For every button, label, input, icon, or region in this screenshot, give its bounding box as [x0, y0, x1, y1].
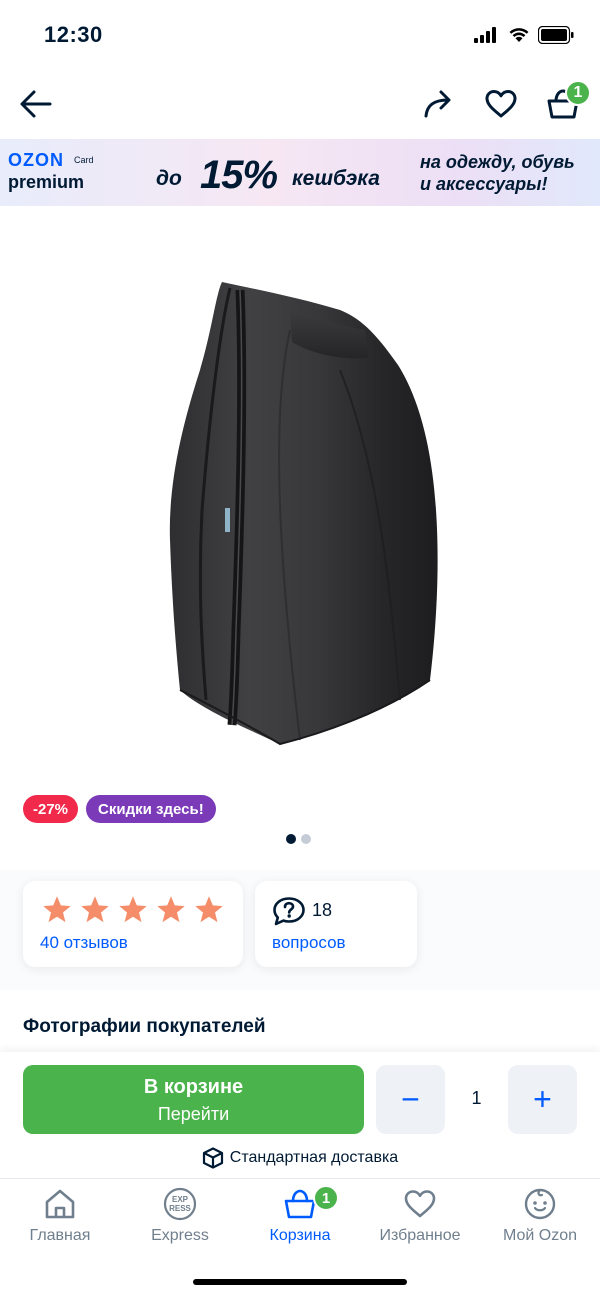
heart-icon [404, 1190, 436, 1218]
tab-profile[interactable]: Мой Ozon [480, 1187, 600, 1249]
arrow-left-icon [20, 90, 52, 118]
quantity-increase-button[interactable]: + [508, 1065, 577, 1134]
favorite-button[interactable] [479, 82, 523, 126]
product-tags: -27% Скидки здесь! [23, 795, 216, 823]
gallery-dot[interactable] [301, 834, 311, 844]
tab-favorites-label: Избранное [379, 1227, 461, 1244]
tab-favorites[interactable]: Избранное [360, 1187, 480, 1249]
tab-cart[interactable]: 1 Корзина [240, 1185, 360, 1249]
home-indicator [193, 1279, 407, 1285]
questions-count: 18 [312, 900, 333, 920]
tab-cart-badge: 1 [313, 1185, 339, 1211]
express-icon: EXP RESS [163, 1187, 197, 1221]
tab-home-label: Главная [29, 1227, 91, 1244]
cart-panel: В корзине Перейти − 1 + Стандартная дост… [0, 1052, 600, 1178]
box-icon [202, 1147, 223, 1169]
battery-icon [538, 26, 574, 44]
plus-icon: + [533, 1081, 552, 1117]
questions-card[interactable]: 18 вопросов [255, 881, 417, 967]
banner-card-label: Card [74, 155, 94, 165]
tab-cart-label: Корзина [269, 1227, 331, 1244]
delivery-info[interactable]: Стандартная доставка [0, 1147, 600, 1169]
cart-count-badge: 1 [565, 80, 591, 106]
baby-face-icon [524, 1188, 556, 1220]
banner-line-1: на одежду, обувь [420, 152, 575, 172]
express-icon-bottom: RESS [169, 1204, 191, 1213]
banner-prefix: до [156, 167, 182, 190]
star-icon [119, 896, 147, 923]
minus-icon: − [401, 1081, 420, 1117]
share-button[interactable] [416, 82, 460, 126]
wifi-icon [509, 28, 529, 42]
question-bubble-icon [273, 897, 305, 926]
status-time: 12:30 [44, 22, 103, 47]
customer-photos-title: Фотографии покупателей [23, 1016, 266, 1037]
banner-percent: 15% [200, 153, 278, 197]
questions-link[interactable]: вопросов [272, 933, 346, 953]
sale-badge[interactable]: Скидки здесь! [86, 795, 216, 823]
banner-cashback: кешбэка [292, 167, 380, 190]
tab-profile-label: Мой Ozon [502, 1227, 578, 1244]
banner-brand: OZON [8, 150, 64, 170]
tab-home[interactable]: Главная [0, 1187, 120, 1249]
quantity-decrease-button[interactable]: − [376, 1065, 445, 1134]
star-icon [157, 896, 185, 923]
delivery-label: Стандартная доставка [229, 1149, 399, 1166]
go-to-cart-button[interactable]: В корзине Перейти [23, 1065, 364, 1134]
express-icon-top: EXP [172, 1195, 189, 1204]
share-icon [424, 90, 451, 118]
banner-premium-label: premium [8, 172, 85, 192]
product-image[interactable] [140, 270, 460, 760]
gallery-dot-active[interactable] [286, 834, 296, 844]
quantity-value: 1 [471, 1088, 482, 1108]
rating-stars [41, 895, 225, 925]
star-icon [195, 896, 223, 923]
star-icon [43, 896, 71, 923]
nav-bar [0, 72, 600, 136]
promo-banner[interactable]: OZON Card premium до 15% кешбэка на одеж… [0, 139, 600, 206]
banner-line-2: и аксессуары! [420, 174, 548, 194]
status-icons [474, 26, 574, 44]
tab-express[interactable]: EXP RESS Express [120, 1187, 240, 1249]
status-bar: 12:30 [0, 0, 600, 70]
discount-badge: -27% [23, 795, 79, 823]
tab-express-label: Express [151, 1227, 209, 1244]
go-to-cart-title: В корзине [143, 1076, 244, 1098]
banner-description: на одежду, обувь и аксессуары! [420, 151, 575, 195]
rating-card[interactable]: 40 отзывов [23, 881, 243, 967]
heart-icon [485, 90, 517, 118]
reviews-link[interactable]: 40 отзывов [40, 933, 128, 953]
go-to-cart-subtitle: Перейти [157, 1104, 230, 1124]
basket-icon [284, 1189, 316, 1219]
gallery-pagination [286, 834, 311, 844]
home-icon [45, 1189, 75, 1219]
signal-icon [474, 27, 496, 43]
info-row: 40 отзывов 18 вопросов [0, 870, 600, 990]
star-icon [81, 896, 109, 923]
back-button[interactable] [14, 82, 58, 126]
